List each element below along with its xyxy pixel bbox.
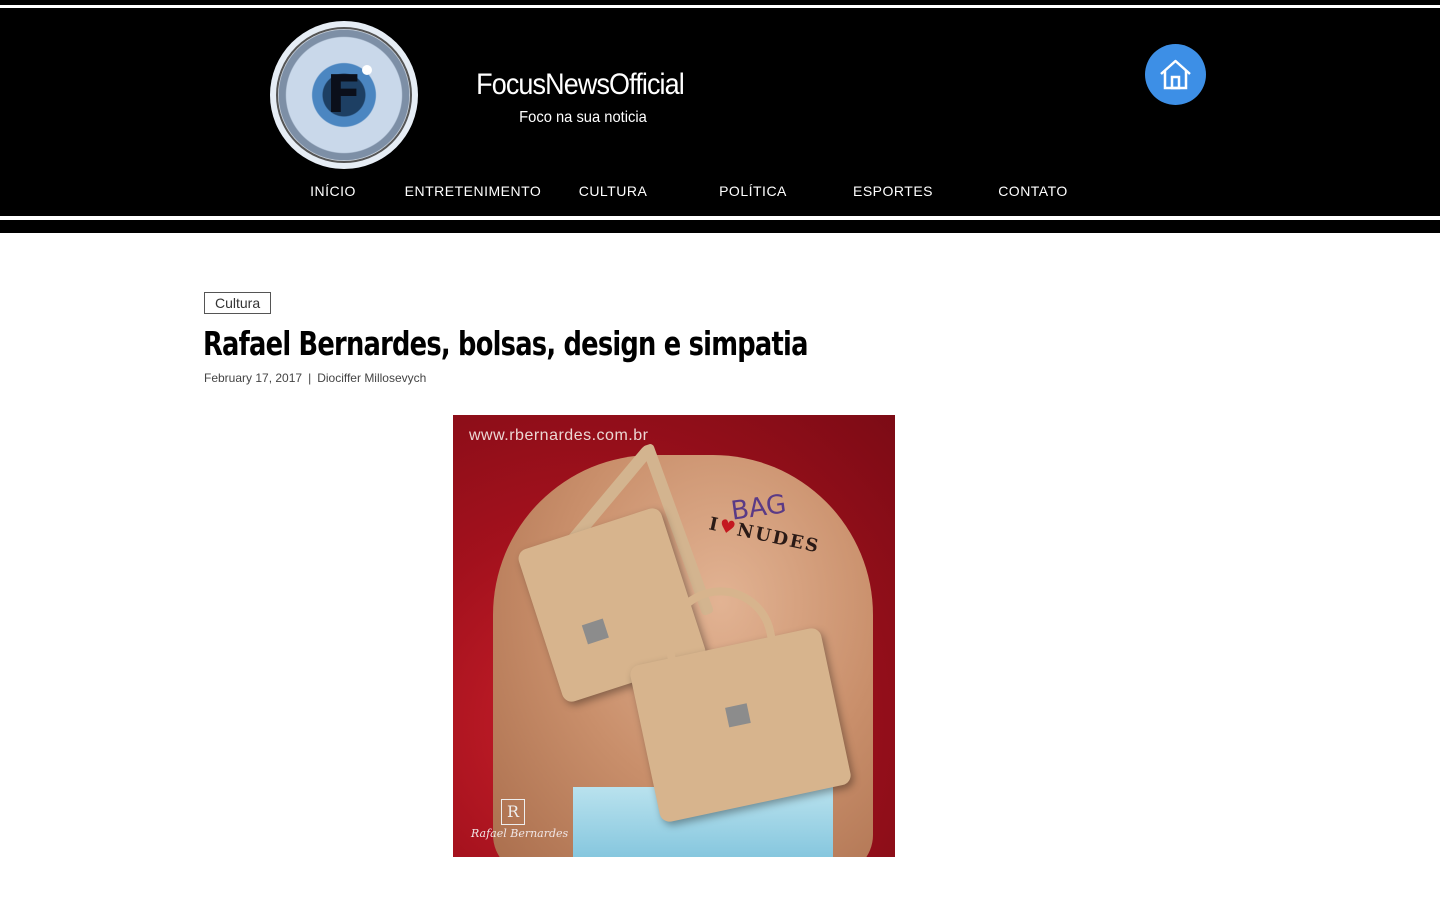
nav-item-entretenimento[interactable]: ENTRETENIMENTO <box>403 183 543 199</box>
nav-item-inicio[interactable]: INÍCIO <box>263 183 403 199</box>
brand-signature: Rafael Bernardes <box>471 827 569 840</box>
nav-item-esportes[interactable]: ESPORTES <box>823 183 963 199</box>
home-icon <box>1160 59 1191 90</box>
bag-clasp <box>725 703 751 728</box>
article-author[interactable]: Diociffer Millosevych <box>317 371 426 385</box>
header-top-rule <box>0 5 1440 8</box>
header-bottom-rule <box>0 216 1440 220</box>
site-title[interactable]: FocusNewsOfficial <box>454 68 706 102</box>
meta-separator: | <box>308 371 312 385</box>
logo-dot <box>362 65 372 75</box>
category-tag[interactable]: Cultura <box>204 292 272 314</box>
home-button[interactable] <box>1145 44 1206 105</box>
nav-item-politica[interactable]: POLÍTICA <box>683 183 823 199</box>
bag-clasp <box>581 618 609 645</box>
site-tagline: Foco na sua noticia <box>519 109 647 126</box>
image-watermark-url: www.rbernardes.com.br <box>469 427 649 444</box>
nav-item-contato[interactable]: CONTATO <box>963 183 1103 199</box>
brand-monogram: R <box>501 799 525 825</box>
article-meta: February 17, 2017 | Diociffer Millosevych <box>204 371 426 385</box>
article-date: February 17, 2017 <box>204 371 303 385</box>
article-image[interactable]: www.rbernardes.com.br BAG I♥NUDES R Rafa… <box>453 415 895 857</box>
site-logo[interactable]: F <box>270 21 418 169</box>
site-header: F FocusNewsOfficial Foco na sua noticia … <box>0 0 1440 233</box>
nav-item-cultura[interactable]: CULTURA <box>543 183 683 199</box>
article-title: Rafael Bernardes, bolsas, design e simpa… <box>203 324 808 363</box>
